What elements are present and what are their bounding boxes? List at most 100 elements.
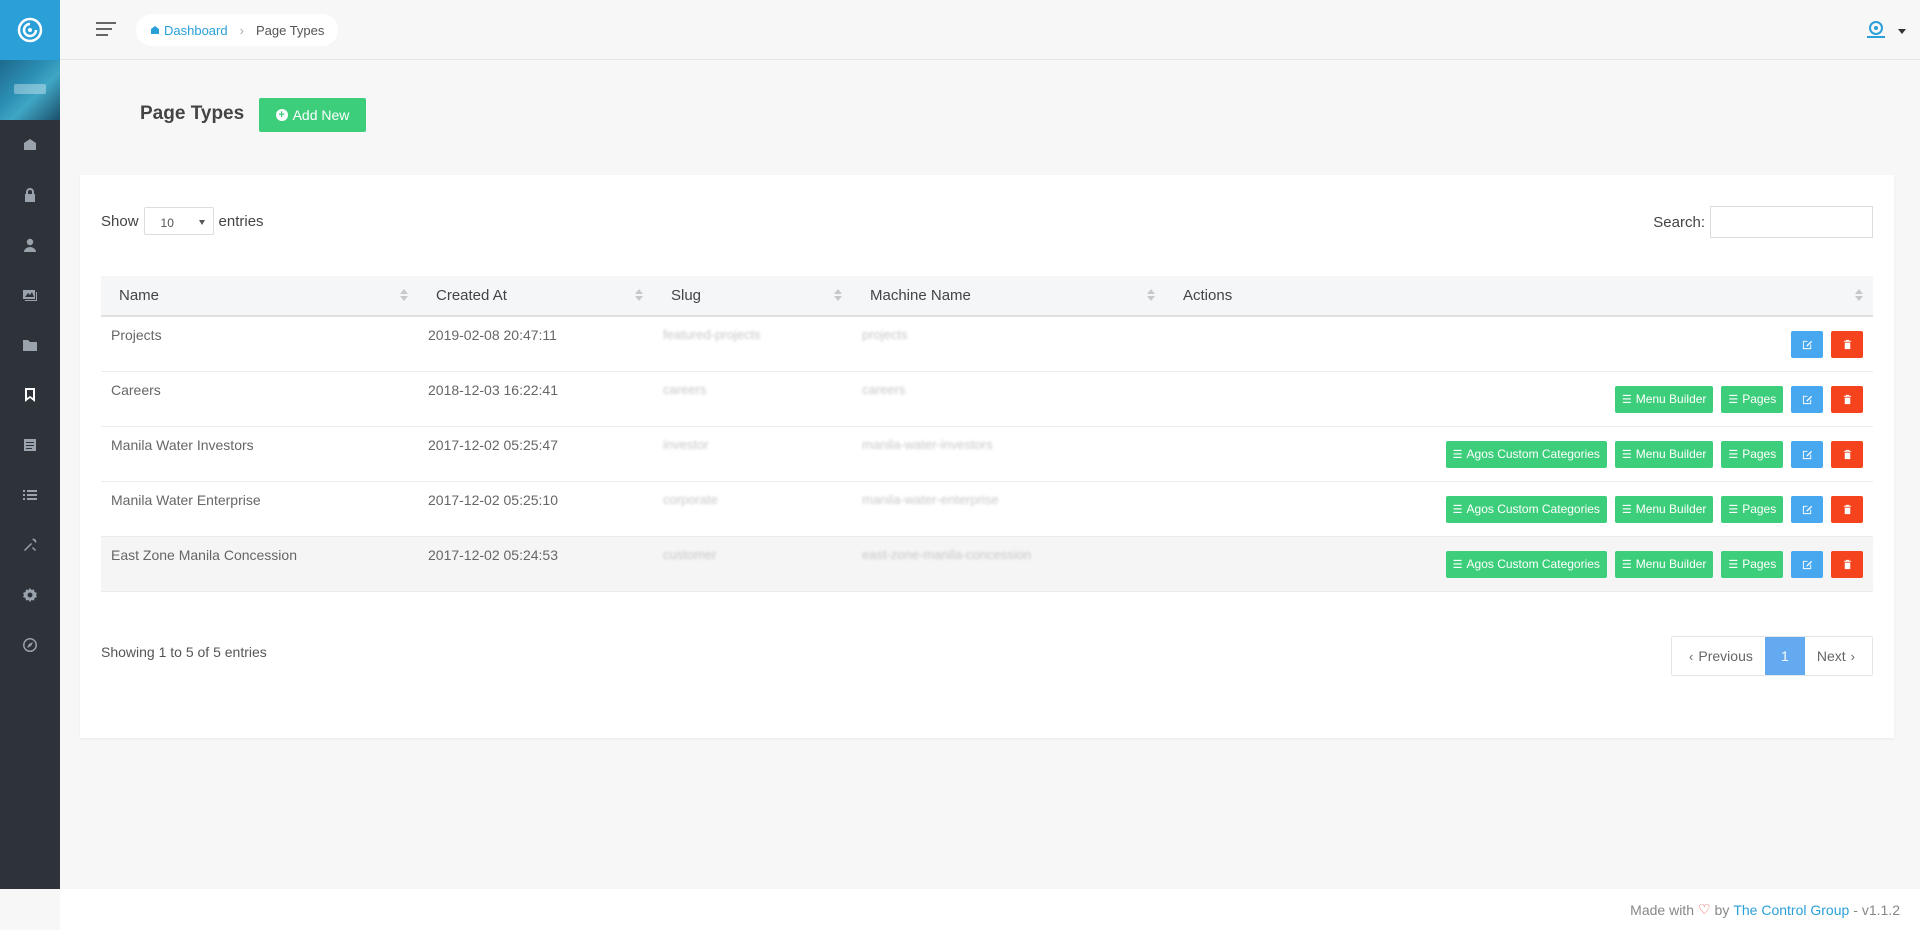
sidebar-item-tools[interactable] [0, 520, 60, 570]
page-title: Page Types [140, 103, 245, 124]
column-header-name[interactable]: Name [101, 276, 418, 317]
sidebar-item-page-types[interactable] [0, 370, 60, 420]
edit-icon [1802, 505, 1812, 514]
column-header-machine-name[interactable]: Machine Name [852, 276, 1165, 317]
table-header-row: Name Created At Slug Machine Name Action… [101, 276, 1873, 317]
pages-button[interactable]: ☰ Pages [1721, 385, 1784, 413]
edit-button[interactable] [1791, 495, 1824, 523]
delete-button[interactable] [1831, 495, 1863, 523]
footer-version: - v1.1.2 [1853, 901, 1900, 918]
previous-page-button[interactable]: ‹ Previous [1672, 637, 1765, 675]
sort-icon [635, 289, 643, 301]
sidebar-item-security[interactable] [0, 170, 60, 220]
menu-builder-button[interactable]: ☰ Menu Builder [1614, 385, 1714, 413]
sidebar-item-lists[interactable] [0, 470, 60, 520]
menu-toggle-icon[interactable] [96, 22, 116, 36]
edit-button[interactable] [1791, 331, 1824, 358]
custom-categories-button[interactable]: ☰ Agos Custom Categories [1445, 550, 1607, 578]
delete-button[interactable] [1831, 385, 1863, 413]
cell-created-at: 2017-12-02 05:24:53 [428, 546, 558, 563]
table-row: Careers 2018-12-03 16:22:41 careers care… [101, 371, 1873, 426]
chevron-down-icon[interactable] [1898, 29, 1906, 34]
add-new-button[interactable]: + Add New [259, 98, 366, 132]
page-length-select[interactable]: 10 [143, 207, 214, 235]
edit-icon [1802, 395, 1812, 404]
sidebar-item-users[interactable] [0, 220, 60, 270]
menu-builder-button[interactable]: ☰ Menu Builder [1614, 440, 1714, 468]
trash-icon [1843, 449, 1851, 459]
cell-slug: customer [663, 546, 717, 562]
search-label: Search: [1653, 213, 1705, 231]
page-types-table: Name Created At Slug Machine Name Action… [101, 276, 1873, 592]
edit-icon [1802, 560, 1812, 569]
folder-icon [23, 340, 37, 351]
sort-icon [1855, 289, 1863, 301]
sidebar-item-settings[interactable] [0, 570, 60, 620]
delete-button[interactable] [1831, 550, 1863, 578]
avatar-logo-icon [1867, 21, 1885, 38]
sidebar-item-explore[interactable] [0, 620, 60, 670]
cell-name: Careers [111, 381, 161, 398]
search-input[interactable] [1710, 206, 1873, 238]
sort-icon [400, 289, 408, 301]
cell-created-at: 2019-02-08 20:47:11 [428, 327, 557, 343]
list-icon: ☰ [1621, 503, 1632, 516]
delete-button[interactable] [1831, 440, 1863, 468]
cell-name: East Zone Manila Concession [111, 546, 297, 563]
chevron-right-icon: › [1850, 648, 1855, 664]
column-header-actions[interactable]: Actions [1165, 276, 1873, 317]
cell-machine-name: projects [862, 327, 908, 342]
cell-machine-name: manila-water-investors [862, 436, 993, 452]
sort-icon [1147, 289, 1155, 301]
app-logo[interactable] [0, 0, 60, 60]
page-button-current[interactable]: 1 [1764, 637, 1805, 675]
custom-categories-button[interactable]: ☰ Agos Custom Categories [1445, 495, 1607, 523]
images-icon [23, 290, 37, 301]
dashboard-icon [151, 26, 159, 34]
custom-categories-button[interactable]: ☰ Agos Custom Categories [1445, 440, 1607, 468]
entries-label: entries [218, 212, 264, 230]
lock-icon [25, 188, 35, 202]
sidebar-item-files[interactable] [0, 320, 60, 370]
pages-button[interactable]: ☰ Pages [1721, 440, 1784, 468]
footer-company-link[interactable]: The Control Group [1733, 902, 1849, 918]
list-icon: ☰ [1621, 393, 1632, 406]
cell-actions: ☰ Menu Builder ☰ Pages [1165, 371, 1873, 426]
delete-button[interactable] [1831, 331, 1863, 358]
edit-button[interactable] [1791, 385, 1824, 413]
cell-machine-name: east-zone-manila-concession [862, 546, 1032, 562]
footer-made-with: Made with [1630, 901, 1694, 918]
list-icon [23, 490, 37, 500]
list-icon: ☰ [1452, 558, 1463, 571]
length-control: Show 10 entries [101, 207, 264, 235]
list-icon: ☰ [1452, 503, 1463, 516]
edit-button[interactable] [1791, 440, 1824, 468]
sidebar-item-dashboard[interactable] [0, 120, 60, 170]
sidebar-item-media[interactable] [0, 270, 60, 320]
avatar[interactable] [1864, 18, 1892, 42]
breadcrumb-dashboard-link[interactable]: Dashboard [150, 23, 228, 38]
brand-banner [0, 60, 60, 120]
column-header-slug[interactable]: Slug [653, 276, 852, 317]
tools-icon [24, 538, 37, 551]
column-header-created-at[interactable]: Created At [418, 276, 653, 317]
cell-slug: corporate [663, 491, 718, 507]
pages-button[interactable]: ☰ Pages [1721, 550, 1784, 578]
cell-actions: ☰ Agos Custom Categories ☰ Menu Builder ☰ P… [1165, 426, 1873, 481]
footer: Made with ♡ by The Control Group - v1.1.… [60, 889, 1920, 930]
table-row: Manila Water Investors 2017-12-02 05:25:… [101, 426, 1873, 481]
list-icon: ☰ [1728, 503, 1739, 516]
menu-builder-button[interactable]: ☰ Menu Builder [1614, 495, 1714, 523]
menu-builder-button[interactable]: ☰ Menu Builder [1614, 550, 1714, 578]
edit-button[interactable] [1791, 550, 1824, 578]
trash-icon [1843, 394, 1851, 404]
table-row: Projects 2019-02-08 20:47:11 featured-pr… [101, 316, 1873, 371]
pages-button[interactable]: ☰ Pages [1721, 495, 1784, 523]
next-page-button[interactable]: Next › [1804, 637, 1872, 675]
sidebar-item-pages[interactable] [0, 420, 60, 470]
edit-icon [1802, 450, 1812, 459]
breadcrumb-separator-icon: › [239, 22, 244, 38]
page-length-value: 10 [160, 216, 174, 230]
page-icon [24, 439, 36, 451]
footer-credits: Made with ♡ by The Control Group - v1.1.… [1630, 901, 1900, 918]
